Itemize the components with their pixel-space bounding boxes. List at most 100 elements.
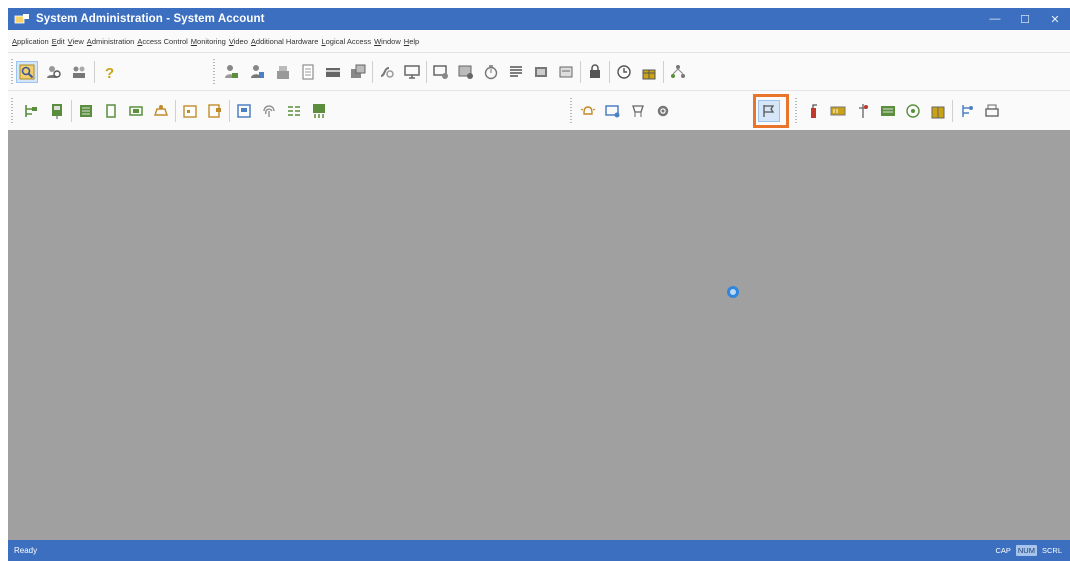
card-icon	[326, 68, 340, 77]
camera-button[interactable]	[627, 100, 649, 122]
network-button[interactable]	[667, 61, 689, 83]
fire-extinguisher-icon	[811, 104, 817, 118]
badge-types-button[interactable]	[322, 61, 344, 83]
toolbar-grip[interactable]	[795, 98, 797, 124]
menu-bar: Application Edit View Administration Acc…	[8, 30, 1070, 52]
receivers-button[interactable]	[827, 100, 849, 122]
timezones-button[interactable]	[480, 61, 502, 83]
toolbar-separator	[609, 61, 610, 83]
video-devices-button[interactable]	[602, 100, 624, 122]
toolbar-separator	[175, 100, 176, 122]
menu-additional-hardware[interactable]: Additional Hardware	[251, 37, 319, 46]
toolbar-separator	[952, 100, 953, 122]
form-icon	[559, 66, 573, 78]
magnifier-icon	[19, 64, 35, 80]
video-alarm-button[interactable]	[577, 100, 599, 122]
minimize-button[interactable]: —	[980, 8, 1010, 30]
locker-icon	[931, 106, 945, 119]
door-icon	[106, 104, 116, 118]
title-bar[interactable]: System Administration - System Account —…	[8, 8, 1070, 30]
inputs-button[interactable]	[125, 100, 147, 122]
printer-button[interactable]	[981, 100, 1003, 122]
target-icon	[906, 104, 920, 118]
schedules-button[interactable]	[613, 61, 635, 83]
toolbar-grip[interactable]	[570, 98, 572, 124]
fire-panels-button[interactable]	[802, 100, 824, 122]
video-device-icon	[605, 105, 620, 118]
documents-button[interactable]	[297, 61, 319, 83]
alarm-panel-icon	[80, 105, 92, 117]
personal-safety-button[interactable]	[877, 100, 899, 122]
asset-icon	[277, 66, 289, 79]
list-builder-button[interactable]	[505, 61, 527, 83]
users-button[interactable]	[584, 61, 606, 83]
panels-button[interactable]	[530, 61, 552, 83]
panel-icon	[535, 67, 547, 77]
toolbar-separator	[663, 61, 664, 83]
alarm-bell-icon	[580, 106, 596, 115]
toolbar-separator	[71, 100, 72, 122]
document-icon	[302, 64, 314, 80]
menu-view[interactable]: View	[68, 37, 84, 46]
maximize-button[interactable]: ☐	[1010, 8, 1040, 30]
area-access-button[interactable]	[204, 100, 226, 122]
toolbar-separator	[580, 61, 581, 83]
storage-button[interactable]	[233, 100, 255, 122]
doors-button[interactable]	[100, 100, 122, 122]
monitor-button[interactable]	[401, 61, 423, 83]
cardholder-icon	[225, 65, 238, 78]
calendar-button[interactable]	[179, 100, 201, 122]
workstations-button[interactable]	[68, 61, 90, 83]
guard-tour-button[interactable]	[902, 100, 924, 122]
readers-button[interactable]	[46, 100, 68, 122]
menu-access-control[interactable]: Access Control	[137, 37, 187, 46]
mustering-button[interactable]	[283, 100, 305, 122]
menu-logical-access[interactable]: Logical Access	[321, 37, 371, 46]
workstation-icon	[433, 65, 448, 79]
toolbar-separator	[229, 100, 230, 122]
menu-video[interactable]: Video	[229, 37, 248, 46]
assets-button[interactable]	[272, 61, 294, 83]
close-button[interactable]: ✕	[1040, 8, 1070, 30]
holidays-button[interactable]	[638, 61, 660, 83]
find-user-button[interactable]	[43, 61, 65, 83]
forms-button[interactable]	[555, 61, 577, 83]
input-icon	[129, 106, 143, 116]
window-title: System Administration - System Account	[36, 13, 265, 25]
visitors-button[interactable]	[246, 61, 268, 83]
intercom-button[interactable]	[150, 100, 172, 122]
menu-window[interactable]: Window	[374, 37, 401, 46]
menu-help[interactable]: Help	[404, 37, 419, 46]
cardholders-button[interactable]	[220, 61, 242, 83]
access-levels-button[interactable]	[376, 61, 398, 83]
video-settings-button[interactable]	[652, 100, 674, 122]
disk-icon	[237, 104, 251, 118]
intrusion-button[interactable]	[852, 100, 874, 122]
lockers-button[interactable]	[927, 100, 949, 122]
question-icon: ?	[105, 65, 114, 80]
toolbar-grip[interactable]	[213, 59, 215, 85]
card-formats-button[interactable]	[347, 61, 369, 83]
user-lock-icon	[590, 64, 600, 78]
hardware-tree-button[interactable]	[956, 100, 978, 122]
biometrics-button[interactable]	[258, 100, 280, 122]
menu-monitoring[interactable]: Monitoring	[191, 37, 226, 46]
workstation-config-button[interactable]	[430, 61, 452, 83]
menu-edit[interactable]: Edit	[52, 37, 65, 46]
toolbar-separator	[426, 61, 427, 83]
alarm-config-button[interactable]	[455, 61, 477, 83]
mdi-workspace[interactable]	[8, 130, 1070, 540]
toolbar-grip[interactable]	[11, 59, 13, 85]
users-search-icon	[47, 66, 61, 78]
menu-application[interactable]: Application	[12, 37, 49, 46]
toolbar-grip[interactable]	[11, 98, 13, 124]
alarm-panels-button[interactable]	[75, 100, 97, 122]
caps-indicator: CAP	[995, 546, 1011, 555]
reports-button[interactable]	[308, 100, 330, 122]
svg-text:?: ?	[105, 65, 114, 80]
menu-administration[interactable]: Administration	[87, 37, 135, 46]
access-panels-button[interactable]	[20, 100, 42, 122]
search-records-button[interactable]	[16, 61, 38, 83]
help-button[interactable]: ?	[98, 61, 120, 83]
application-window: System Administration - System Account —…	[8, 8, 1070, 561]
